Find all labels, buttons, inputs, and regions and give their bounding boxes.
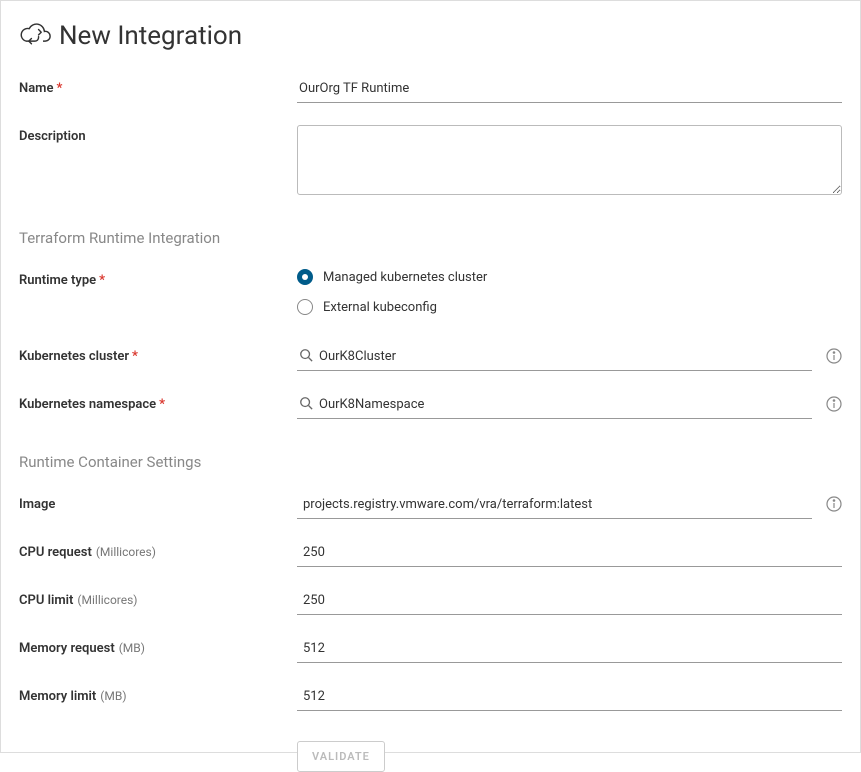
cpu-request-unit: (Millicores): [96, 545, 156, 559]
cpu-request-label: CPU request: [19, 545, 92, 560]
image-input[interactable]: [297, 493, 812, 519]
required-indicator: *: [159, 397, 165, 412]
cloud-integration-icon: [19, 21, 51, 51]
info-icon[interactable]: [826, 348, 842, 368]
radio-icon: [297, 269, 313, 285]
name-input[interactable]: [297, 77, 842, 103]
cpu-limit-label: CPU limit: [19, 593, 73, 608]
cpu-limit-unit: (Millicores): [77, 593, 137, 607]
required-indicator: *: [99, 273, 105, 288]
radio-managed-label: Managed kubernetes cluster: [323, 270, 487, 285]
radio-external-kubeconfig[interactable]: External kubeconfig: [297, 299, 487, 315]
kubernetes-cluster-input[interactable]: [297, 345, 812, 371]
kubernetes-namespace-row: Kubernetes namespace*: [19, 393, 842, 419]
runtime-type-label: Runtime type: [19, 273, 96, 288]
cpu-limit-row: CPU limit (Millicores): [19, 589, 842, 615]
memory-limit-input[interactable]: [297, 685, 842, 711]
memory-limit-label: Memory limit: [19, 689, 96, 704]
cpu-request-row: CPU request (Millicores): [19, 541, 842, 567]
description-input[interactable]: [297, 125, 842, 195]
radio-managed-kubernetes[interactable]: Managed kubernetes cluster: [297, 269, 487, 285]
radio-external-label: External kubeconfig: [323, 300, 437, 315]
info-icon[interactable]: [826, 496, 842, 516]
radio-icon: [297, 299, 313, 315]
description-row: Description: [19, 125, 842, 195]
memory-request-unit: (MB): [119, 641, 145, 655]
kubernetes-namespace-label: Kubernetes namespace: [19, 397, 156, 412]
page-header: New Integration: [19, 21, 842, 51]
kubernetes-cluster-row: Kubernetes cluster*: [19, 345, 842, 371]
memory-request-row: Memory request (MB): [19, 637, 842, 663]
image-label: Image: [19, 497, 55, 512]
required-indicator: *: [56, 81, 62, 96]
memory-limit-unit: (MB): [100, 689, 126, 703]
section-runtime-container: Runtime Container Settings: [19, 453, 842, 471]
validate-button[interactable]: Validate: [297, 741, 385, 772]
cpu-request-input[interactable]: [297, 541, 842, 567]
memory-limit-row: Memory limit (MB): [19, 685, 842, 711]
runtime-type-row: Runtime type* Managed kubernetes cluster…: [19, 269, 842, 315]
info-icon[interactable]: [826, 396, 842, 416]
required-indicator: *: [132, 349, 138, 364]
kubernetes-namespace-input[interactable]: [297, 393, 812, 419]
kubernetes-cluster-label: Kubernetes cluster: [19, 349, 129, 364]
memory-request-input[interactable]: [297, 637, 842, 663]
memory-request-label: Memory request: [19, 641, 115, 656]
name-label: Name: [19, 81, 53, 96]
image-row: Image: [19, 493, 842, 519]
section-terraform-runtime: Terraform Runtime Integration: [19, 229, 842, 247]
page-title: New Integration: [59, 21, 242, 51]
runtime-type-radio-group: Managed kubernetes cluster External kube…: [297, 269, 487, 315]
name-row: Name*: [19, 77, 842, 103]
description-label: Description: [19, 129, 86, 144]
cpu-limit-input[interactable]: [297, 589, 842, 615]
